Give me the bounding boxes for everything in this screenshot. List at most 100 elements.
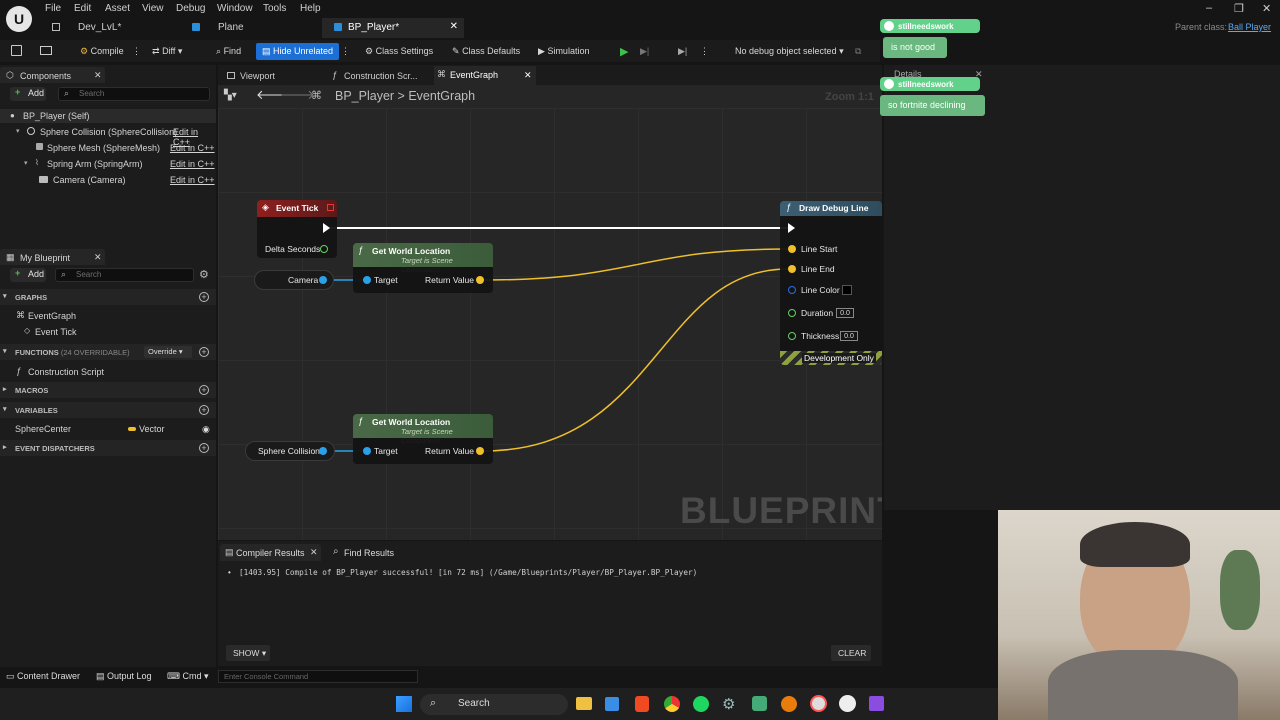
chrome-icon[interactable] (664, 696, 680, 712)
cmd-dropdown[interactable]: ⌨ Cmd ▾ (167, 671, 209, 682)
class-settings-button[interactable]: ⚙ Class Settings (365, 43, 433, 60)
override-dropdown[interactable]: Override ▾ (144, 346, 192, 358)
close-tab-icon[interactable]: ✕ (524, 70, 532, 81)
line-end-pin[interactable] (788, 265, 796, 273)
eject-icon[interactable]: ▶| (678, 43, 687, 60)
menu-window[interactable]: Window (217, 3, 253, 14)
menu-debug[interactable]: Debug (176, 3, 205, 14)
editor-tab-viewport[interactable]: Viewport (222, 68, 322, 84)
component-sphere-mesh[interactable]: Sphere Mesh (SphereMesh) (47, 143, 160, 153)
components-add-button[interactable]: + Add (10, 87, 46, 101)
spotify-icon[interactable] (693, 696, 709, 712)
graph-menu-icon[interactable]: ▚▾ (224, 90, 237, 101)
graphs-section-header[interactable]: ▾ GRAPHS (0, 289, 216, 305)
content-drawer-button[interactable]: ▭ Content Drawer (6, 671, 80, 682)
editor-tab-construction-script[interactable]: ƒ Construction Scr... (328, 68, 432, 84)
app-icon[interactable] (752, 696, 767, 711)
close-tab-icon[interactable]: ✕ (310, 547, 318, 558)
line-color-pin[interactable] (788, 286, 796, 294)
hide-unrelated-button[interactable]: ▤ Hide Unrelated (256, 43, 340, 60)
variable-type-label[interactable]: Vector (139, 424, 165, 434)
brave-icon[interactable] (635, 696, 649, 712)
menu-file[interactable]: File (45, 3, 61, 14)
menu-edit[interactable]: Edit (74, 3, 91, 14)
components-search-input[interactable]: ⌕ Search (58, 87, 210, 101)
camera-out-pin[interactable] (319, 276, 327, 284)
blender-icon[interactable] (781, 696, 797, 712)
browse-icon[interactable] (40, 46, 52, 55)
compile-options-icon[interactable]: ⋮ (132, 43, 141, 60)
find-button[interactable]: ⌕ Find (216, 43, 241, 60)
simulation-button[interactable]: ▶ Simulation (538, 43, 589, 60)
play-icon[interactable]: ▶ (620, 42, 628, 59)
add-graph-icon[interactable]: + (199, 292, 209, 302)
diff-button[interactable]: ⇄ Diff ▾ (152, 43, 182, 60)
macros-section-header[interactable]: ▸ MACROS (0, 382, 216, 398)
minimize-icon[interactable]: – (1206, 2, 1212, 14)
edit-in-cpp-link[interactable]: Edit in C++ (170, 143, 215, 153)
debug-filter-icon[interactable]: ⧉ (855, 43, 861, 60)
menu-tools[interactable]: Tools (263, 3, 286, 14)
find-results-tab[interactable]: ⌕ Find Results (328, 544, 418, 561)
debug-object-select[interactable]: No debug object selected ▾ (735, 43, 844, 60)
visual-studio-icon[interactable] (869, 696, 884, 711)
exec-out-pin[interactable] (323, 223, 330, 233)
play-options-icon[interactable]: ⋮ (700, 43, 709, 60)
edit-in-cpp-link[interactable]: Edit in C++ (170, 159, 215, 169)
get-world-location-node-2[interactable]: ƒ Get World Location Target is Scene Com… (353, 414, 493, 464)
return-value-pin[interactable] (476, 276, 484, 284)
function-item-construction-script[interactable]: Construction Script (28, 367, 104, 377)
delegate-pin-icon[interactable] (327, 204, 334, 211)
close-tab-icon[interactable]: ✕ (450, 21, 458, 32)
thickness-pin[interactable] (788, 332, 796, 340)
duration-input[interactable]: 0.0 (836, 308, 854, 318)
component-spring-arm[interactable]: Spring Arm (SpringArm) (47, 159, 143, 169)
duration-pin[interactable] (788, 309, 796, 317)
clear-button[interactable]: CLEAR (831, 645, 871, 661)
component-bp-player[interactable]: BP_Player (Self) (23, 111, 90, 121)
expand-arrow-icon[interactable]: ▾ (24, 159, 28, 167)
expand-arrow-icon[interactable]: ▾ (16, 127, 20, 135)
event-tick-node[interactable]: ◈ Event Tick Delta Seconds (257, 200, 337, 258)
close-window-icon[interactable]: ✕ (1262, 2, 1271, 15)
menu-help[interactable]: Help (300, 3, 321, 14)
event-graph-canvas[interactable]: ◈ Event Tick Delta Seconds Camera ƒ Get … (218, 108, 882, 540)
settings-icon[interactable]: ⚙ (722, 695, 735, 713)
delta-seconds-pin[interactable] (320, 245, 328, 253)
windows-start-icon[interactable] (396, 696, 412, 712)
add-variable-icon[interactable]: + (199, 405, 209, 415)
line-color-swatch[interactable] (842, 285, 852, 295)
step-icon[interactable]: ▶| (640, 43, 649, 60)
unreal-editor-icon[interactable] (810, 695, 827, 712)
get-world-location-node-1[interactable]: ƒ Get World Location Target is Scene Com… (353, 243, 493, 293)
graph-item-event-tick[interactable]: Event Tick (35, 327, 77, 337)
draw-debug-line-node[interactable]: ƒ Draw Debug Line Line Start Line End Li… (780, 201, 882, 365)
console-command-input[interactable]: Enter Console Command (218, 670, 418, 683)
hide-options-icon[interactable]: ⋮ (341, 43, 350, 60)
sphere-collision-getter-node[interactable]: Sphere Collision (245, 441, 335, 461)
doc-tab-bp-player[interactable]: BP_Player* ✕ (322, 18, 464, 38)
maximize-icon[interactable]: ❐ (1234, 2, 1244, 15)
add-function-icon[interactable]: + (199, 347, 209, 357)
edit-in-cpp-link[interactable]: Edit in C++ (170, 175, 215, 185)
menu-view[interactable]: View (142, 3, 164, 14)
doc-tab-plane[interactable]: Plane (180, 18, 320, 38)
save-icon[interactable] (11, 45, 22, 56)
target-in-pin[interactable] (363, 447, 371, 455)
target-in-pin[interactable] (363, 276, 371, 284)
line-start-pin[interactable] (788, 245, 796, 253)
my-blueprint-tab[interactable]: ▦ My Blueprint ✕ (0, 249, 105, 265)
exec-in-pin[interactable] (788, 223, 795, 233)
component-camera[interactable]: Camera (Camera) (53, 175, 126, 185)
add-dispatcher-icon[interactable]: + (199, 443, 209, 453)
class-defaults-button[interactable]: ✎ Class Defaults (452, 43, 520, 60)
my-blueprint-search-input[interactable]: ⌕ Search (55, 268, 194, 282)
thickness-input[interactable]: 0.0 (840, 331, 858, 341)
editor-tab-eventgraph[interactable]: ⌘ EventGraph ✕ (434, 66, 536, 85)
graph-item-eventgraph[interactable]: EventGraph (28, 311, 76, 321)
compile-button[interactable]: ⚙ Compile (80, 43, 124, 60)
sphere-collision-out-pin[interactable] (319, 447, 327, 455)
breadcrumb-root[interactable]: BP_Player (335, 89, 394, 103)
unreal-engine-icon[interactable] (839, 695, 856, 712)
components-tab[interactable]: ⬡ Components ✕ (0, 67, 105, 83)
